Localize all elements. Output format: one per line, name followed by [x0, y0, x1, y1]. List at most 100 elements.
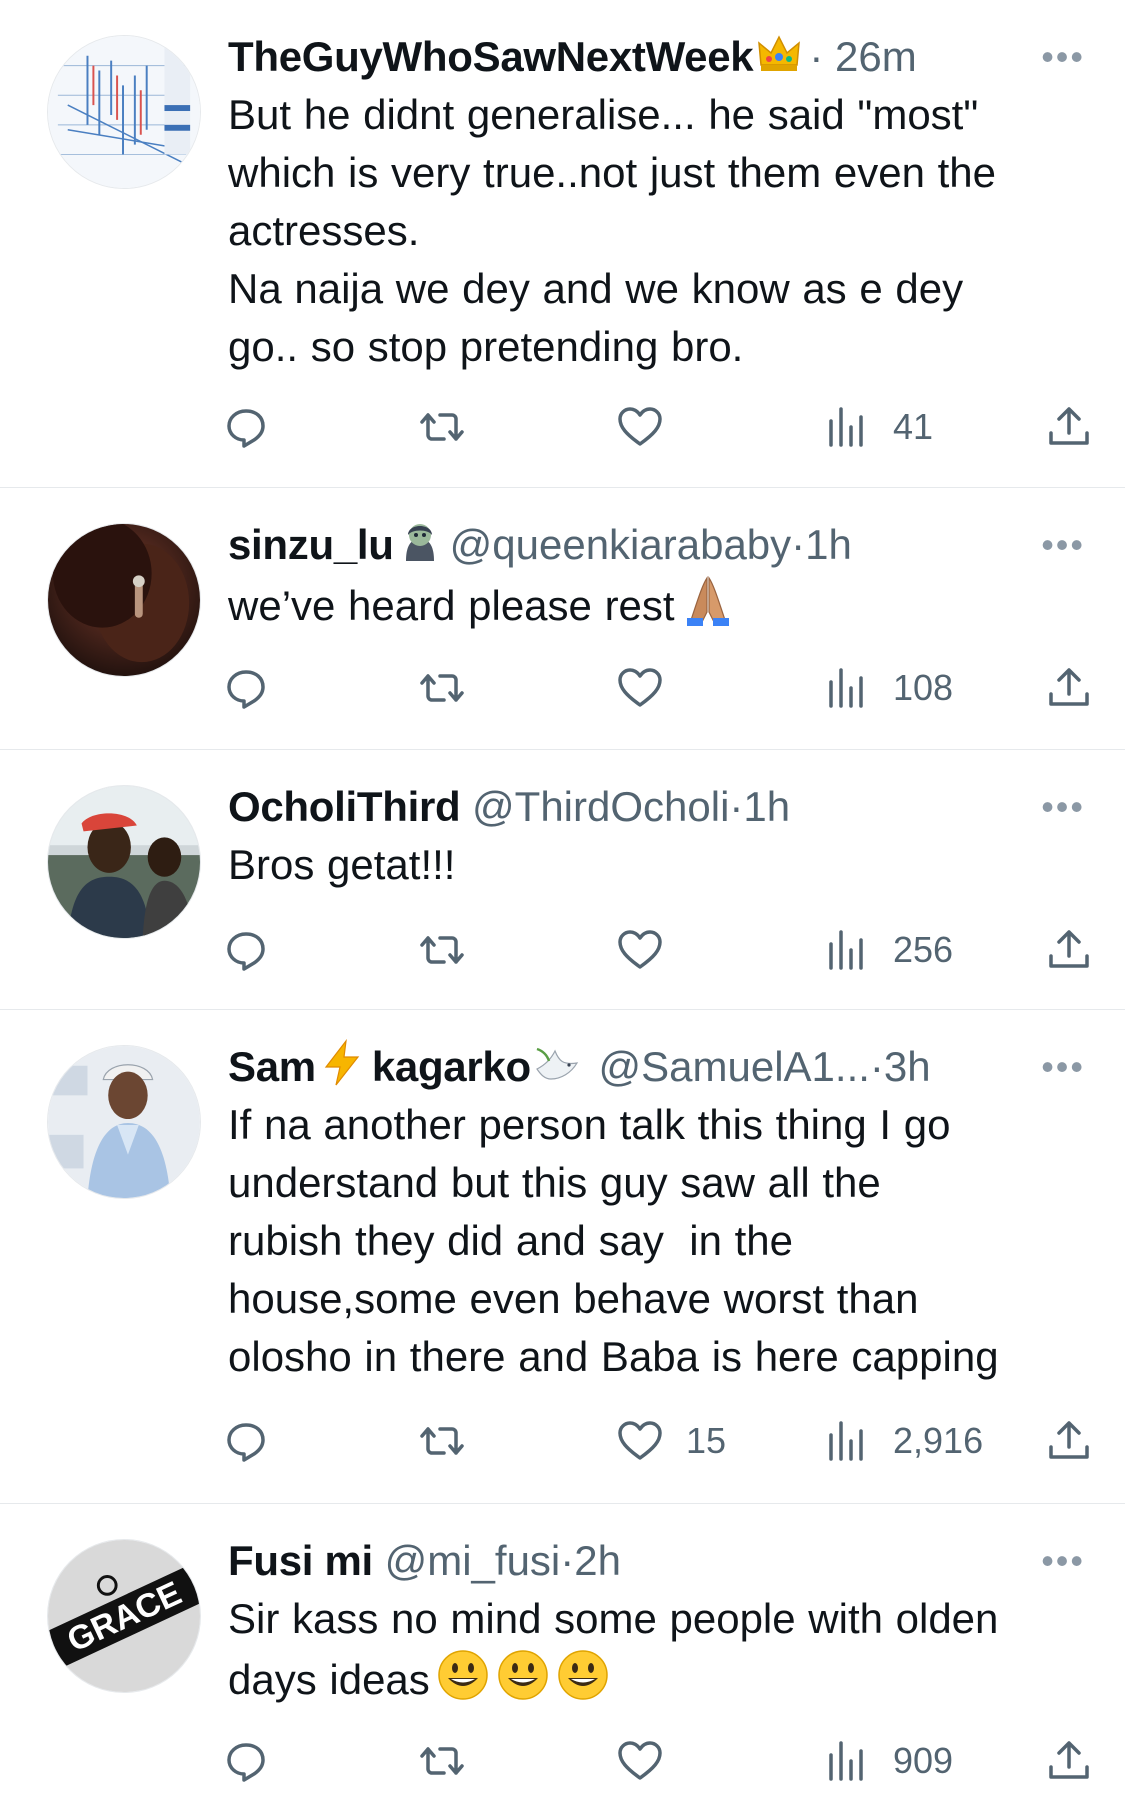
- views-button[interactable]: 41: [823, 399, 933, 455]
- user-avatar[interactable]: [47, 1045, 201, 1199]
- chart-avatar-image: [48, 36, 200, 188]
- display-name[interactable]: OcholiThird: [228, 783, 461, 830]
- dark-portrait-avatar-image: [48, 524, 200, 676]
- timestamp[interactable]: 3h: [884, 1043, 931, 1090]
- tweet-text: we’ve heard please rest: [228, 574, 1089, 635]
- like-count: 15: [686, 1420, 727, 1461]
- views-icon: [829, 1741, 863, 1781]
- separator-dot: ·: [809, 33, 824, 80]
- tweet[interactable]: OcholiThird @ThirdOcholi·1h ••• Bros get…: [0, 750, 1125, 1010]
- tweet-text: But he didnt generalise... he said "most…: [228, 91, 997, 370]
- tweet-header: OcholiThird @ThirdOcholi·1h •••: [228, 778, 1089, 836]
- share-button[interactable]: [1045, 399, 1093, 455]
- reply-button[interactable]: [222, 399, 270, 455]
- share-button[interactable]: [1045, 922, 1093, 978]
- separator-dot: ·: [560, 1537, 575, 1584]
- share-button[interactable]: [1045, 660, 1093, 716]
- crown-emoji-icon: [755, 29, 803, 77]
- timestamp[interactable]: 26m: [835, 33, 917, 80]
- display-name[interactable]: Fusi mi: [228, 1537, 373, 1584]
- user-handle[interactable]: @ThirdOcholi: [472, 783, 729, 830]
- heart-icon: [618, 1741, 662, 1780]
- user-avatar[interactable]: [47, 785, 201, 939]
- heart-icon: [618, 407, 662, 446]
- retweet-icon: [420, 674, 464, 702]
- view-count: 2,916: [893, 1420, 984, 1461]
- view-count: 108: [893, 667, 954, 708]
- timestamp[interactable]: 1h: [743, 783, 790, 830]
- user-handle[interactable]: @SamuelA1...: [599, 1043, 870, 1090]
- more-options-icon[interactable]: •••: [1041, 1532, 1085, 1590]
- share-button[interactable]: [1045, 1413, 1093, 1469]
- views-icon: [829, 407, 863, 447]
- more-options-icon[interactable]: •••: [1041, 516, 1085, 574]
- reply-button[interactable]: [222, 1733, 270, 1789]
- man-in-cap-avatar-image: [48, 1046, 200, 1198]
- views-icon: [829, 930, 863, 970]
- retweet-button[interactable]: [418, 399, 466, 455]
- retweet-button[interactable]: [418, 922, 466, 978]
- tweet-text-content: Sir kass no mind some people with olden …: [228, 1595, 999, 1703]
- retweet-button[interactable]: [418, 1413, 466, 1469]
- more-options-icon[interactable]: •••: [1041, 778, 1085, 836]
- views-button[interactable]: 108: [823, 660, 953, 716]
- user-handle[interactable]: @mi_fusi: [385, 1537, 561, 1584]
- views-button[interactable]: 909: [823, 1733, 953, 1789]
- views-button[interactable]: 256: [823, 922, 953, 978]
- separator-dot: ·: [869, 1043, 884, 1090]
- reply-button[interactable]: [222, 1413, 270, 1469]
- zombie-woman-emoji-icon: [396, 517, 444, 565]
- user-avatar[interactable]: [47, 35, 201, 189]
- tweet[interactable]: sinzu_lu @queenkiarababy·1h ••• we’ve hea…: [0, 488, 1125, 750]
- reply-icon: [227, 1743, 265, 1782]
- reply-icon: [227, 1423, 265, 1462]
- retweet-icon: [420, 1427, 464, 1455]
- timestamp[interactable]: 1h: [805, 521, 852, 568]
- folded-hands-emoji-icon: [681, 574, 735, 628]
- retweet-button[interactable]: [418, 660, 466, 716]
- heart-icon: [618, 1421, 662, 1460]
- reply-button[interactable]: [222, 660, 270, 716]
- reply-button[interactable]: [222, 922, 270, 978]
- more-options-icon[interactable]: •••: [1041, 28, 1085, 86]
- reply-icon: [227, 670, 265, 709]
- heart-icon: [618, 668, 662, 707]
- views-icon: [829, 668, 863, 708]
- tweet-actions: 256: [227, 922, 1089, 978]
- display-name-part2[interactable]: kagarko: [372, 1043, 531, 1090]
- tweet-header: Sam kagarko @SamuelA1...·3h •••: [228, 1038, 1089, 1096]
- user-avatar[interactable]: GRACE: [47, 1539, 201, 1693]
- tweet-actions: 15 2,916: [227, 1413, 1089, 1469]
- separator-dot: ·: [729, 783, 744, 830]
- tweet-text: Sir kass no mind some people with olden …: [228, 1590, 1089, 1709]
- retweet-icon: [420, 1747, 464, 1775]
- like-button[interactable]: [616, 399, 686, 455]
- display-name[interactable]: sinzu_lu: [228, 521, 394, 568]
- retweet-button[interactable]: [418, 1733, 466, 1789]
- tweet-actions: 909: [227, 1733, 1089, 1789]
- like-button[interactable]: [616, 922, 686, 978]
- tweet[interactable]: Sam kagarko @SamuelA1...·3h ••• If na ano…: [0, 1010, 1125, 1504]
- share-button[interactable]: [1045, 1733, 1093, 1789]
- user-avatar[interactable]: [47, 523, 201, 677]
- display-name[interactable]: Sam: [228, 1043, 316, 1090]
- like-button[interactable]: [616, 660, 686, 716]
- tweet[interactable]: TheGuyWhoSawNextWeek · 26m ••• But he did…: [0, 0, 1125, 488]
- tweet[interactable]: GRACE Fusi mi @mi_fusi·2h ••• Sir kass n…: [0, 1504, 1125, 1815]
- dove-emoji-icon: [533, 1039, 581, 1087]
- views-button[interactable]: 2,916: [823, 1413, 983, 1469]
- user-handle[interactable]: @queenkiarababy: [450, 521, 792, 568]
- reply-icon: [227, 409, 265, 448]
- retweet-icon: [420, 413, 464, 441]
- tweet-text: Bros getat!!!: [228, 841, 456, 888]
- more-options-icon[interactable]: •••: [1041, 1038, 1085, 1096]
- like-button[interactable]: [616, 1733, 686, 1789]
- view-count: 909: [893, 1740, 954, 1781]
- retweet-icon: [420, 936, 464, 964]
- display-name[interactable]: TheGuyWhoSawNextWeek: [228, 33, 754, 80]
- like-button[interactable]: 15: [616, 1413, 726, 1469]
- reply-icon: [227, 932, 265, 971]
- tweet-feed: TheGuyWhoSawNextWeek · 26m ••• But he did…: [0, 0, 1125, 1815]
- timestamp[interactable]: 2h: [574, 1537, 621, 1584]
- tweet-header: TheGuyWhoSawNextWeek · 26m •••: [228, 28, 1089, 86]
